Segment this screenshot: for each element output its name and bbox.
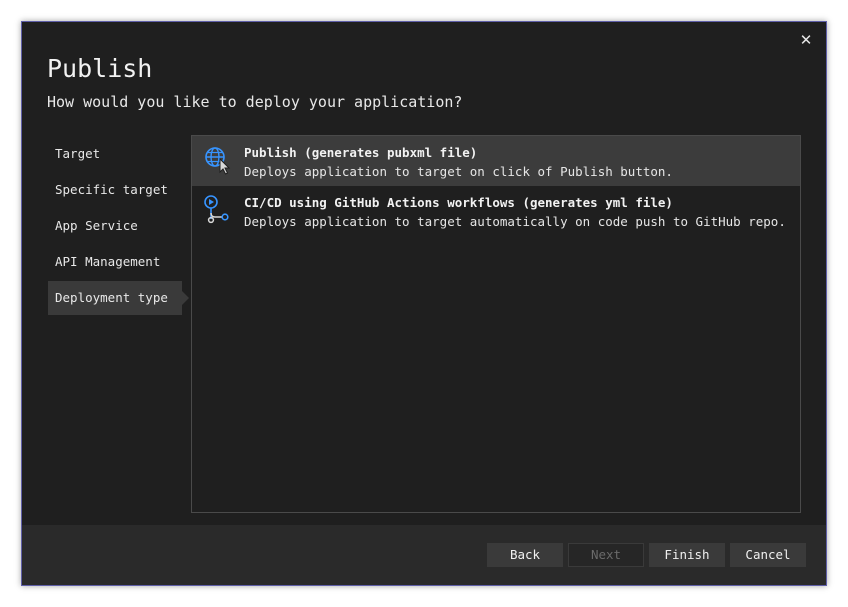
step-app-service[interactable]: App Service xyxy=(48,208,182,244)
option-description: Deploys application to target automatica… xyxy=(244,214,786,229)
cancel-button[interactable]: Cancel xyxy=(730,543,806,567)
close-icon: ✕ xyxy=(799,31,813,49)
dialog-title: Publish xyxy=(47,54,153,83)
close-button[interactable]: ✕ xyxy=(798,32,814,48)
step-deployment-type[interactable]: Deployment type xyxy=(48,281,189,315)
next-button[interactable]: Next xyxy=(568,543,644,567)
dialog-subtitle: How would you like to deploy your applic… xyxy=(47,93,463,111)
option-description: Deploys application to target on click o… xyxy=(244,164,673,179)
step-specific-target[interactable]: Specific target xyxy=(48,172,182,208)
globe-cursor-icon xyxy=(203,145,233,175)
dialog-footer: Back Next Finish Cancel xyxy=(22,525,826,585)
github-actions-workflow-icon xyxy=(203,195,233,225)
deployment-options-list: Publish (generates pubxml file) Deploys … xyxy=(191,135,801,513)
wizard-steps: Target Specific target App Service API M… xyxy=(48,136,193,315)
step-target[interactable]: Target xyxy=(48,136,182,172)
option-publish-pubxml[interactable]: Publish (generates pubxml file) Deploys … xyxy=(192,136,800,186)
publish-dialog: ✕ Publish How would you like to deploy y… xyxy=(21,21,827,586)
back-button[interactable]: Back xyxy=(487,543,563,567)
option-title: Publish (generates pubxml file) xyxy=(244,145,478,160)
step-api-management[interactable]: API Management xyxy=(48,244,182,280)
option-github-actions[interactable]: CI/CD using GitHub Actions workflows (ge… xyxy=(192,186,800,236)
finish-button[interactable]: Finish xyxy=(649,543,725,567)
option-title: CI/CD using GitHub Actions workflows (ge… xyxy=(244,195,673,210)
